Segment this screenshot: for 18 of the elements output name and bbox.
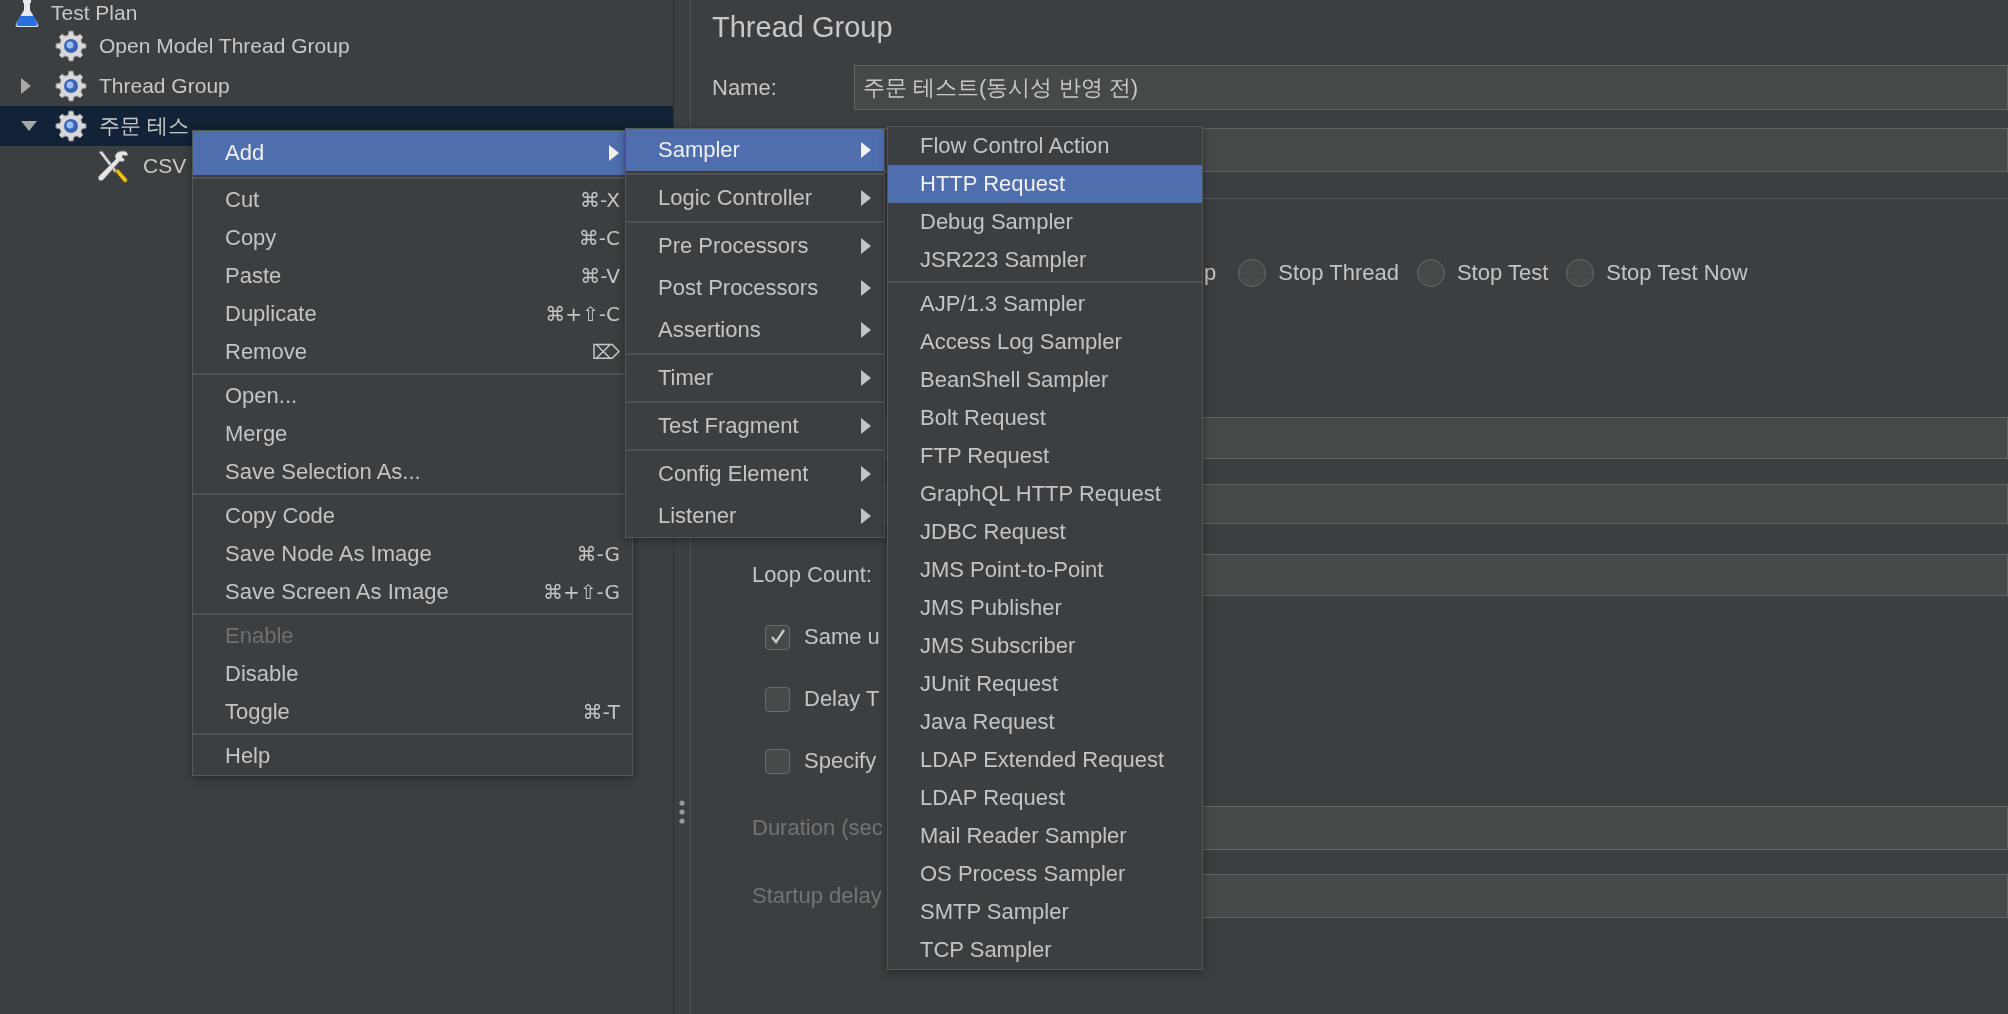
radio-label: Stop Test Now: [1606, 260, 1748, 286]
shortcut-label: ⌘-X: [580, 188, 620, 212]
shortcut-label: ⌘+⇧-C: [545, 302, 620, 326]
checkbox-label: Delay T: [804, 686, 880, 712]
shortcut-label: ⌘-G: [576, 542, 620, 566]
shortcut-label: ⌘+⇧-G: [543, 580, 620, 604]
checkbox-label: Specify: [804, 748, 877, 774]
shortcut-label: ⌘-V: [580, 264, 620, 288]
radio-label: Stop Test: [1456, 260, 1549, 286]
panel-title: Thread Group: [712, 9, 894, 45]
shortcut-label: ⌘-T: [582, 700, 620, 724]
shortcut-label: ⌘-C: [578, 226, 620, 250]
radio-label: Stop Thread: [1278, 260, 1399, 286]
shortcut-label: ⌦: [591, 340, 620, 364]
loop-count-label: Loop Count:: [752, 562, 873, 588]
name-label: Name:: [712, 74, 778, 101]
checkbox-label: Same u: [804, 624, 880, 650]
radio-label: p: [1204, 260, 1217, 286]
